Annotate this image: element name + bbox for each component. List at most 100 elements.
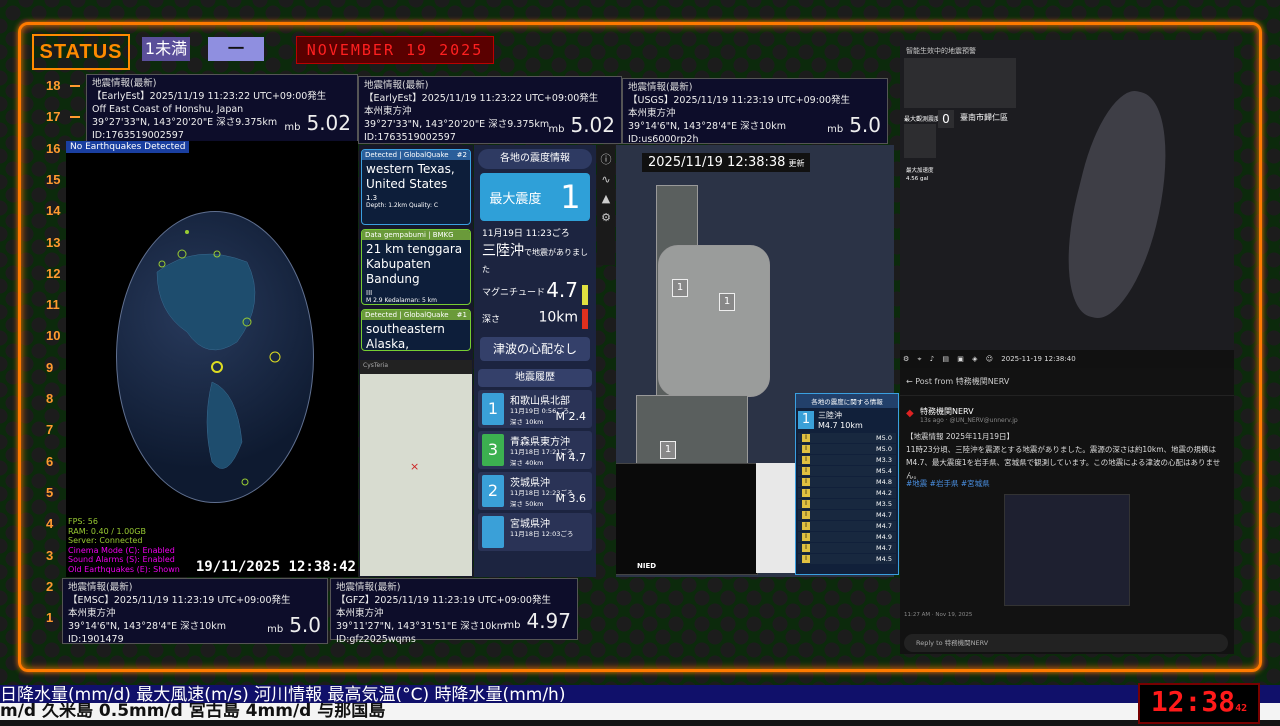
quake-card-emsc: 地震情報(最新) 【EMSC】2025/11/19 11:23:19 UTC+0… — [62, 578, 328, 645]
event-time: 11月19日 11:23ごろ — [482, 229, 570, 239]
quake-source-line: 【GFZ】2025/11/19 11:23:19 UTC+09:00発生 — [336, 595, 551, 606]
post-author[interactable]: 特務機関NERV 13s ago · @UN_NERV@unnerv.jp — [920, 406, 1018, 424]
image-icon[interactable]: ▣ — [957, 355, 964, 363]
quake-source-line: 【EarlyEst】2025/11/19 11:23:22 UTC+09:00発… — [92, 91, 327, 102]
history-shindo: 2 — [482, 474, 504, 507]
tw-accel: 4.56 gal — [906, 176, 929, 182]
wave-icon[interactable]: ∿ — [597, 173, 615, 186]
quake-source-line: 【EarlyEst】2025/11/19 11:23:22 UTC+09:00発… — [364, 93, 599, 104]
quake-card-gfz: 地震情報(最新) 【GFZ】2025/11/19 11:23:19 UTC+09… — [330, 578, 578, 645]
history-time: 11月18日 12:03ごろ — [510, 529, 574, 538]
epicenter-marker-icon: × — [410, 460, 420, 473]
taiwan-map[interactable] — [1049, 83, 1187, 327]
history-item[interactable]: 宮城県沖 11月18日 12:03ごろ — [478, 512, 592, 551]
layers-icon[interactable]: ◈ — [972, 355, 977, 363]
history-shindo — [482, 515, 504, 548]
post-header[interactable]: ← Post from 特務機関NERV — [900, 368, 1234, 396]
user-icon[interactable]: ☺ — [986, 355, 993, 363]
quake-header: 地震情報(最新) — [68, 582, 133, 593]
globe-view[interactable] — [116, 211, 314, 503]
ruler-number: 10 — [46, 328, 61, 344]
clock: 12:3842 — [1138, 683, 1260, 724]
gear-icon[interactable]: ⚙ — [597, 211, 615, 224]
history-shindo: 3 — [482, 433, 504, 466]
mini-map[interactable]: CysTeria × — [360, 360, 472, 576]
history-item[interactable]: 2 茨城県沖 11月18日 12:23ごろ 深さ 50km M 3.6 — [478, 471, 592, 510]
chart-icon[interactable]: ▤ — [942, 355, 949, 363]
ruler-number: 16 — [46, 140, 61, 156]
quake-header: 地震情報(最新) — [364, 80, 429, 91]
tw-max-label: 最大觀測震度 — [904, 116, 941, 123]
ruler-number: 13 — [46, 234, 61, 250]
detection-card[interactable]: Detected | GlobalQuake #1 southeastern Al… — [361, 309, 471, 351]
history-item[interactable]: 1 和歌山県北部 11月19日 0:56ごろ 深さ 10km M 2.4 — [478, 389, 592, 428]
land-region-lit — [658, 245, 770, 397]
date-banner: NOVEMBER 19 2025 — [296, 36, 494, 64]
intensity-row: I M5.4 — [798, 466, 896, 476]
intensity-row: I M5.0 — [798, 433, 896, 443]
intensity-row: I M4.2 — [798, 488, 896, 498]
intensity-row-icon: I — [802, 478, 810, 486]
japan-inset-map: NIED — [616, 463, 758, 575]
gear-icon[interactable]: ⚙ — [903, 355, 909, 363]
globe-markers — [156, 230, 281, 486]
warning-icon[interactable]: ▲ — [597, 192, 615, 205]
quake-magnitude: mb 5.02 — [548, 113, 615, 137]
reply-input[interactable]: Reply to 特務機関NERV — [904, 634, 1228, 652]
quake-magnitude: mb 5.0 — [267, 613, 321, 637]
intensity-row: I M4.8 — [798, 477, 896, 487]
quake-header: 地震情報(最新) — [628, 82, 693, 93]
ruler-number: 3 — [46, 547, 54, 563]
quake-source-line: 【EMSC】2025/11/19 11:23:19 UTC+09:00発生 — [68, 595, 291, 606]
ruler-tick — [70, 116, 80, 119]
tw-station: 臺南市歸仁區 — [960, 113, 1008, 122]
intensity-list-header: 各地の震度に関する情報 — [796, 394, 898, 408]
quake-source-line: 【USGS】2025/11/19 11:23:19 UTC+09:00発生 — [628, 95, 851, 106]
sound-icon[interactable]: ♪ — [930, 355, 934, 363]
quake-header: 地震情報(最新) — [92, 78, 157, 89]
history-mag: M 4.7 — [555, 450, 586, 464]
intensity-row: I M4.7 — [798, 521, 896, 531]
globe-panel[interactable]: No Earthquakes Detected FPS: 56 RAM: 0.4… — [66, 141, 358, 577]
ruler-tick — [70, 85, 80, 87]
tw-accel-label: 最大加速度 — [906, 168, 934, 174]
intensity-row-icon: I — [802, 544, 810, 552]
ruler-number: 8 — [46, 391, 54, 406]
tw-timestamp: 2025-11-19 12:38:40 — [1001, 355, 1076, 363]
ruler-number: 11 — [46, 297, 60, 313]
intensity-row-icon: I — [802, 456, 810, 464]
intensity-row-icon: I — [802, 511, 810, 519]
depth-row: 深さ 10km — [474, 307, 596, 331]
magnitude-row: マグニチュード 4.7 — [474, 276, 596, 307]
intensity-row: I M4.5 — [798, 554, 896, 564]
jp-quake-app: 各地の震度情報 最大震度 1 11月19日 11:23ごろ 三陸沖で地震がありま… — [474, 145, 596, 577]
detection-card[interactable]: Data gempabumi | BMKG 21 km tenggara Kab… — [361, 229, 471, 305]
max-shindo: 最大震度 1 — [480, 173, 590, 221]
info-icon[interactable]: ⓘ — [597, 151, 615, 167]
target-icon[interactable]: ⌖ — [918, 355, 922, 363]
intensity-row-icon: I — [802, 445, 810, 453]
detection-card[interactable]: Detected | GlobalQuake #2 western Texas, … — [361, 149, 471, 225]
intensity-row: I M4.7 — [798, 543, 896, 553]
tw-box — [904, 124, 936, 158]
ruler-number: 18 — [46, 78, 61, 93]
ruler-number: 17 — [46, 109, 61, 125]
history-shindo: 1 — [482, 392, 504, 425]
ticker-top: 日降水量(mm/d) 最大風速(m/s) 河川情報 最高気温(°C) 時降水量(… — [0, 685, 1280, 705]
quake-magnitude: mb 5.02 — [284, 111, 351, 135]
history-item[interactable]: 3 青森県東方沖 11月18日 17:21ごろ 深さ 40km M 4.7 — [478, 430, 592, 469]
map-update-time: 2025/11/19 12:38:38 更新 — [642, 153, 811, 172]
intensity-row: I M3.5 — [798, 499, 896, 509]
history-depth: 深さ 10km — [510, 417, 544, 426]
shindo-badge: 1 — [672, 279, 688, 297]
intensity-row-icon: I — [802, 434, 810, 442]
post-tags[interactable]: #地震 #岩手県 #宮城県 — [906, 478, 990, 489]
intensity-chip: 1未満 — [142, 37, 190, 61]
post-image[interactable] — [1004, 494, 1130, 606]
intensity-row: I M4.7 — [798, 510, 896, 520]
mini-map-bar: CysTeria — [360, 360, 472, 374]
tw-max-val: 0 — [938, 110, 954, 128]
nerv-post-panel: ← Post from 特務機関NERV ◆ 特務機関NERV 13s ago ·… — [900, 368, 1234, 654]
no-quake-tag: No Earthquakes Detected — [66, 141, 190, 153]
intensity-row-icon: I — [802, 555, 810, 563]
